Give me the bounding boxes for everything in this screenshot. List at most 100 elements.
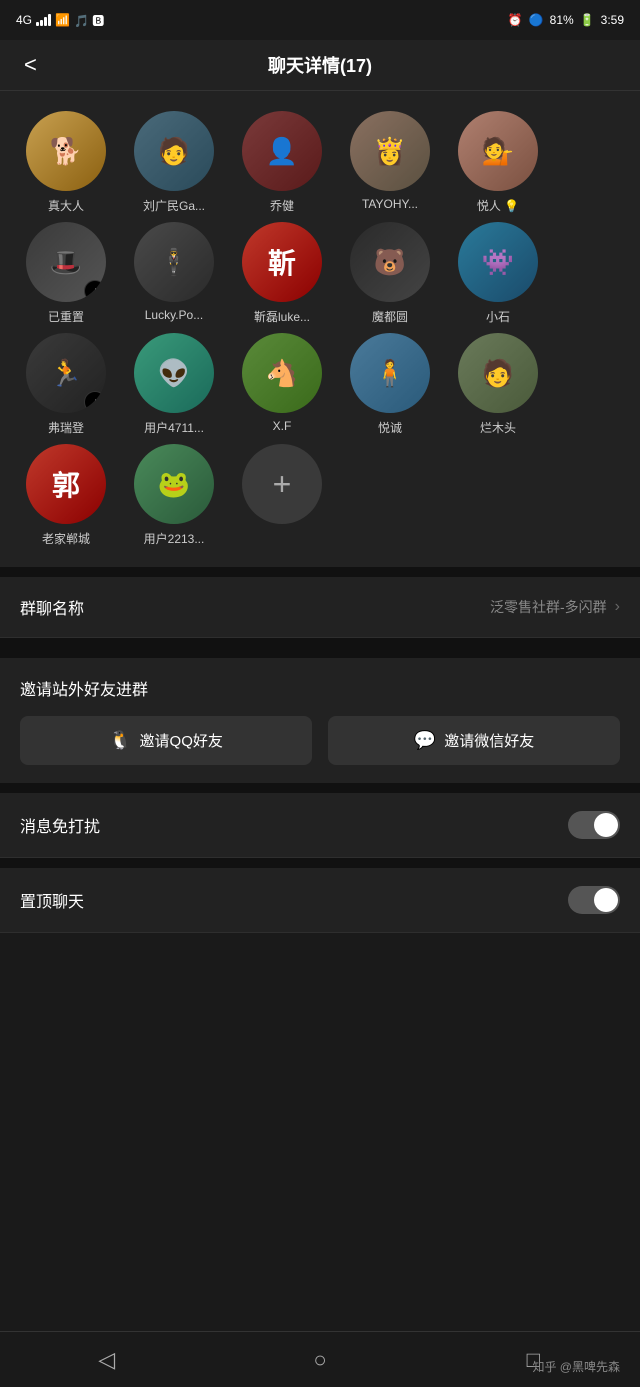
add-member-item[interactable]: + [232, 444, 332, 547]
avatar-15: 🧑 [458, 333, 538, 413]
back-button[interactable]: < [20, 48, 41, 82]
pin-toggle[interactable] [568, 886, 620, 914]
pin-toggle-thumb [594, 888, 618, 912]
group-name-label: 群聊名称 [20, 595, 84, 619]
member-item-5[interactable]: 💁 悦人 💡 [448, 111, 548, 214]
invite-qq-button[interactable]: 🐧 邀请QQ好友 [20, 716, 312, 765]
member-name-9: 魔都圆 [372, 308, 408, 325]
member-item-16[interactable]: 郭老家郸城 [16, 444, 116, 547]
member-item-11[interactable]: 🏃♪弗瑞登 [16, 333, 116, 436]
group-name-value: 泛零售社群-多闪群 › [490, 597, 620, 617]
bar4 [48, 14, 51, 26]
dnd-section: 消息免打扰 [0, 793, 640, 858]
member-item-7[interactable]: 🕴Lucky.Po... [124, 222, 224, 325]
invite-section: 邀请站外好友进群 🐧 邀请QQ好友 💬 邀请微信好友 [0, 648, 640, 783]
member-item-4[interactable]: 👸 TAYOHY... [340, 111, 440, 214]
pin-label: 置顶聊天 [20, 888, 84, 912]
member-item-8[interactable]: 靳靳磊luke... [232, 222, 332, 325]
bar1 [36, 22, 39, 26]
signal-text: 4G [16, 13, 32, 27]
invite-wechat-label: 邀请微信好友 [444, 730, 534, 751]
avatar-17: 🐸 [134, 444, 214, 524]
member-name-14: 悦诚 [378, 419, 402, 436]
member-name-13: X.F [273, 419, 292, 433]
battery-icon: 🔋 [580, 13, 595, 27]
divider-4 [0, 858, 640, 868]
member-name-6: 已重置 [48, 308, 84, 325]
member-item-6[interactable]: 🎩♪已重置 [16, 222, 116, 325]
bluetooth-icon: 🔵 [529, 13, 544, 27]
watermark: 知乎 @黑啤先森 [532, 1358, 620, 1375]
member-item-12[interactable]: 👽 用户4711... [124, 333, 224, 436]
member-name-1: 真大人 [48, 197, 84, 214]
member-item-10[interactable]: 👾小石 [448, 222, 548, 325]
header: < 聊天详情(17) [0, 40, 640, 91]
member-name-16: 老家郸城 [42, 530, 90, 547]
member-name-12: 用户4711... [144, 419, 204, 436]
member-item-3[interactable]: 👤乔健 [232, 111, 332, 214]
nav-home[interactable]: ○ [280, 1332, 360, 1387]
divider-2 [0, 638, 640, 648]
status-bar: 4G 📶 🎵 🅱 ⏰ 🔵 81% 🔋 3:59 [0, 0, 640, 40]
member-name-5: 悦人 💡 [477, 197, 519, 214]
avatar-14: 🧍 [350, 333, 430, 413]
divider-1 [0, 567, 640, 577]
member-name-3: 乔健 [270, 197, 294, 214]
members-grid: 🐕 真大人 🧑 刘广民Ga... 👤乔健👸 TAYOHY... 💁 悦人 💡 🎩♪已重置🕴Luc… [16, 111, 624, 557]
wifi-icon: 📶 [55, 13, 70, 27]
member-item-9[interactable]: 🐻 魔都圆 [340, 222, 440, 325]
member-name-8: 靳磊luke... [254, 308, 310, 325]
member-item-14[interactable]: 🧍 悦诚 [340, 333, 440, 436]
member-name-2: 刘广民Ga... [143, 197, 205, 214]
member-name-7: Lucky.Po... [145, 308, 203, 322]
invite-wechat-button[interactable]: 💬 邀请微信好友 [328, 716, 620, 765]
alarm-icon: ⏰ [508, 13, 523, 27]
members-section: 🐕 真大人 🧑 刘广民Ga... 👤乔健👸 TAYOHY... 💁 悦人 💡 🎩♪已重置🕴Luc… [0, 91, 640, 567]
invite-qq-label: 邀请QQ好友 [140, 730, 223, 751]
wechat-icon: 💬 [414, 730, 436, 751]
signal-bars [36, 14, 51, 26]
avatar-9: 🐻 [350, 222, 430, 302]
dnd-toggle[interactable] [568, 811, 620, 839]
dnd-row: 消息免打扰 [0, 793, 640, 858]
tiktok-badge-6: ♪ [84, 280, 106, 302]
invite-label: 邀请站外好友进群 [20, 676, 620, 700]
tiktok-badge-11: ♪ [84, 391, 106, 413]
pin-section: 置顶聊天 [0, 868, 640, 933]
status-left: 4G 📶 🎵 🅱 [16, 12, 104, 29]
page-title: 聊天详情(17) [268, 52, 372, 78]
member-item-2[interactable]: 🧑 刘广民Ga... [124, 111, 224, 214]
member-item-13[interactable]: 🐴 X.F [232, 333, 332, 436]
member-item-1[interactable]: 🐕 真大人 [16, 111, 116, 214]
add-member-button[interactable]: + [242, 444, 322, 524]
bottom-nav: ◁ ○ □ 知乎 @黑啤先森 [0, 1331, 640, 1387]
group-name-text: 泛零售社群-多闪群 [490, 597, 607, 617]
bottom-spacer [0, 933, 640, 1013]
nav-back[interactable]: ◁ [67, 1332, 147, 1387]
avatar-2: 🧑 [134, 111, 214, 191]
avatar-4: 👸 [350, 111, 430, 191]
member-name-15: 烂木头 [480, 419, 516, 436]
status-right: ⏰ 🔵 81% 🔋 3:59 [508, 13, 624, 27]
member-name-11: 弗瑞登 [48, 419, 84, 436]
bar2 [40, 20, 43, 26]
group-name-row[interactable]: 群聊名称 泛零售社群-多闪群 › [0, 577, 640, 638]
avatar-8: 靳 [242, 222, 322, 302]
qq-icon: 🐧 [109, 730, 131, 751]
chevron-icon: › [615, 598, 620, 616]
member-name-4: TAYOHY... [362, 197, 418, 211]
nav-back-icon: ◁ [98, 1347, 115, 1373]
dnd-label: 消息免打扰 [20, 813, 100, 837]
member-item-17[interactable]: 🐸用户2213... [124, 444, 224, 547]
avatar-5: 💁 [458, 111, 538, 191]
avatar-1: 🐕 [26, 111, 106, 191]
avatar-13: 🐴 [242, 333, 322, 413]
avatar-12: 👽 [134, 333, 214, 413]
avatar-16: 郭 [26, 444, 106, 524]
member-item-15[interactable]: 🧑 烂木头 [448, 333, 548, 436]
extra-icons: 🎵 🅱 [74, 12, 104, 29]
pin-row: 置顶聊天 [0, 868, 640, 933]
invite-buttons: 🐧 邀请QQ好友 💬 邀请微信好友 [20, 716, 620, 765]
bar3 [44, 17, 47, 26]
dnd-toggle-thumb [594, 813, 618, 837]
